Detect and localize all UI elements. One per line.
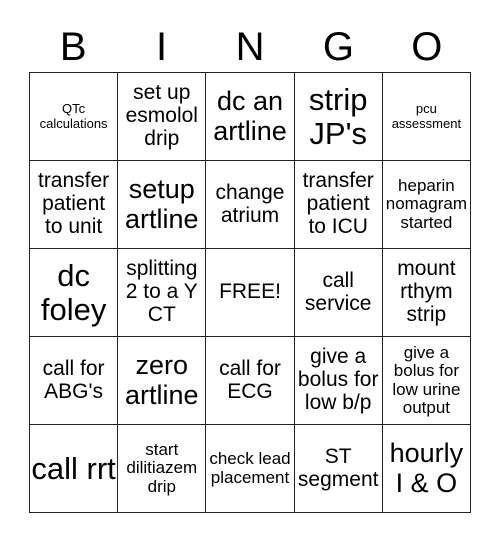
header-letter-n: N	[235, 25, 265, 69]
bingo-cell[interactable]: give a bolus for low urine output	[382, 337, 471, 425]
bingo-cell[interactable]: start dilitiazem drip	[118, 425, 207, 513]
bingo-cell[interactable]: set up esmolol drip	[118, 73, 207, 161]
bingo-cell-text: dc foley	[40, 258, 107, 327]
bingo-cell[interactable]: give a bolus for low b/p	[294, 337, 383, 425]
header-letter-b: B	[59, 25, 87, 69]
bingo-cell-text: call service	[304, 268, 372, 315]
bingo-cell[interactable]: hourly I & O	[382, 425, 471, 513]
bingo-cell[interactable]: change atrium	[206, 161, 295, 249]
bingo-cell[interactable]: strip JP's	[294, 73, 383, 161]
bingo-cell-text: FREE!	[219, 280, 281, 304]
bingo-cell-text: pcu assessment	[391, 101, 462, 131]
bingo-cell-text: set up esmolol drip	[125, 81, 198, 150]
bingo-cell-text: give a bolus for low b/p	[297, 345, 379, 414]
bingo-cell-text: check lead placement	[209, 449, 291, 487]
bingo-cell[interactable]: dc an artline	[206, 73, 295, 161]
header-letter-g: G	[322, 25, 354, 69]
bingo-cell-text: hourly I & O	[389, 438, 464, 498]
header-letter-o: O	[411, 25, 443, 69]
bingo-cell-text: give a bolus for low urine output	[392, 342, 461, 417]
bingo-cell-text: QTc calculations	[39, 101, 108, 131]
bingo-cell-text: zero artline	[125, 350, 199, 410]
bingo-cell[interactable]: call for ECG	[206, 337, 295, 425]
bingo-cell-text: call for ABG's	[42, 356, 105, 403]
bingo-header: B I N G O	[29, 22, 471, 72]
bingo-cell-text: splitting 2 to a Y CT	[125, 257, 198, 326]
bingo-cell-text: heparin nomagram started	[385, 175, 468, 232]
bingo-cell[interactable]: dc foley	[30, 249, 119, 337]
bingo-cell[interactable]: ST segment	[294, 425, 383, 513]
bingo-cell-text: call rrt	[31, 450, 116, 486]
bingo-cell-text: setup artline	[125, 174, 199, 234]
bingo-cell[interactable]: QTc calculations	[30, 73, 119, 161]
bingo-cell[interactable]: heparin nomagram started	[382, 161, 471, 249]
bingo-cell[interactable]: splitting 2 to a Y CT	[118, 249, 207, 337]
bingo-cell[interactable]: transfer patient to ICU	[294, 161, 383, 249]
bingo-cell-text: mount rthym strip	[397, 257, 456, 326]
bingo-cell-text: transfer patient to ICU	[302, 169, 374, 238]
free-space-cell[interactable]: FREE!	[206, 249, 295, 337]
header-letter-i: I	[156, 25, 168, 69]
bingo-cell[interactable]: mount rthym strip	[382, 249, 471, 337]
bingo-cell-text: ST segment	[297, 444, 379, 491]
bingo-cell-text: start dilitiazem drip	[126, 439, 198, 496]
bingo-cell[interactable]: call for ABG's	[30, 337, 119, 425]
bingo-cell[interactable]: zero artline	[118, 337, 207, 425]
bingo-cell-text: transfer patient to unit	[37, 169, 110, 238]
bingo-card: QTc calculations set up esmolol drip dc an…	[29, 72, 471, 513]
bingo-cell[interactable]: call rrt	[30, 425, 119, 513]
bingo-cell[interactable]: transfer patient to unit	[30, 161, 119, 249]
bingo-cell[interactable]: setup artline	[118, 161, 207, 249]
bingo-cell[interactable]: call service	[294, 249, 383, 337]
bingo-cell-text: call for ECG	[219, 356, 281, 403]
bingo-cell-text: strip JP's	[308, 82, 368, 151]
bingo-cell-text: dc an artline	[213, 86, 287, 146]
bingo-cell[interactable]: pcu assessment	[382, 73, 471, 161]
bingo-cell[interactable]: check lead placement	[206, 425, 295, 513]
bingo-cell-text: change atrium	[215, 180, 285, 227]
